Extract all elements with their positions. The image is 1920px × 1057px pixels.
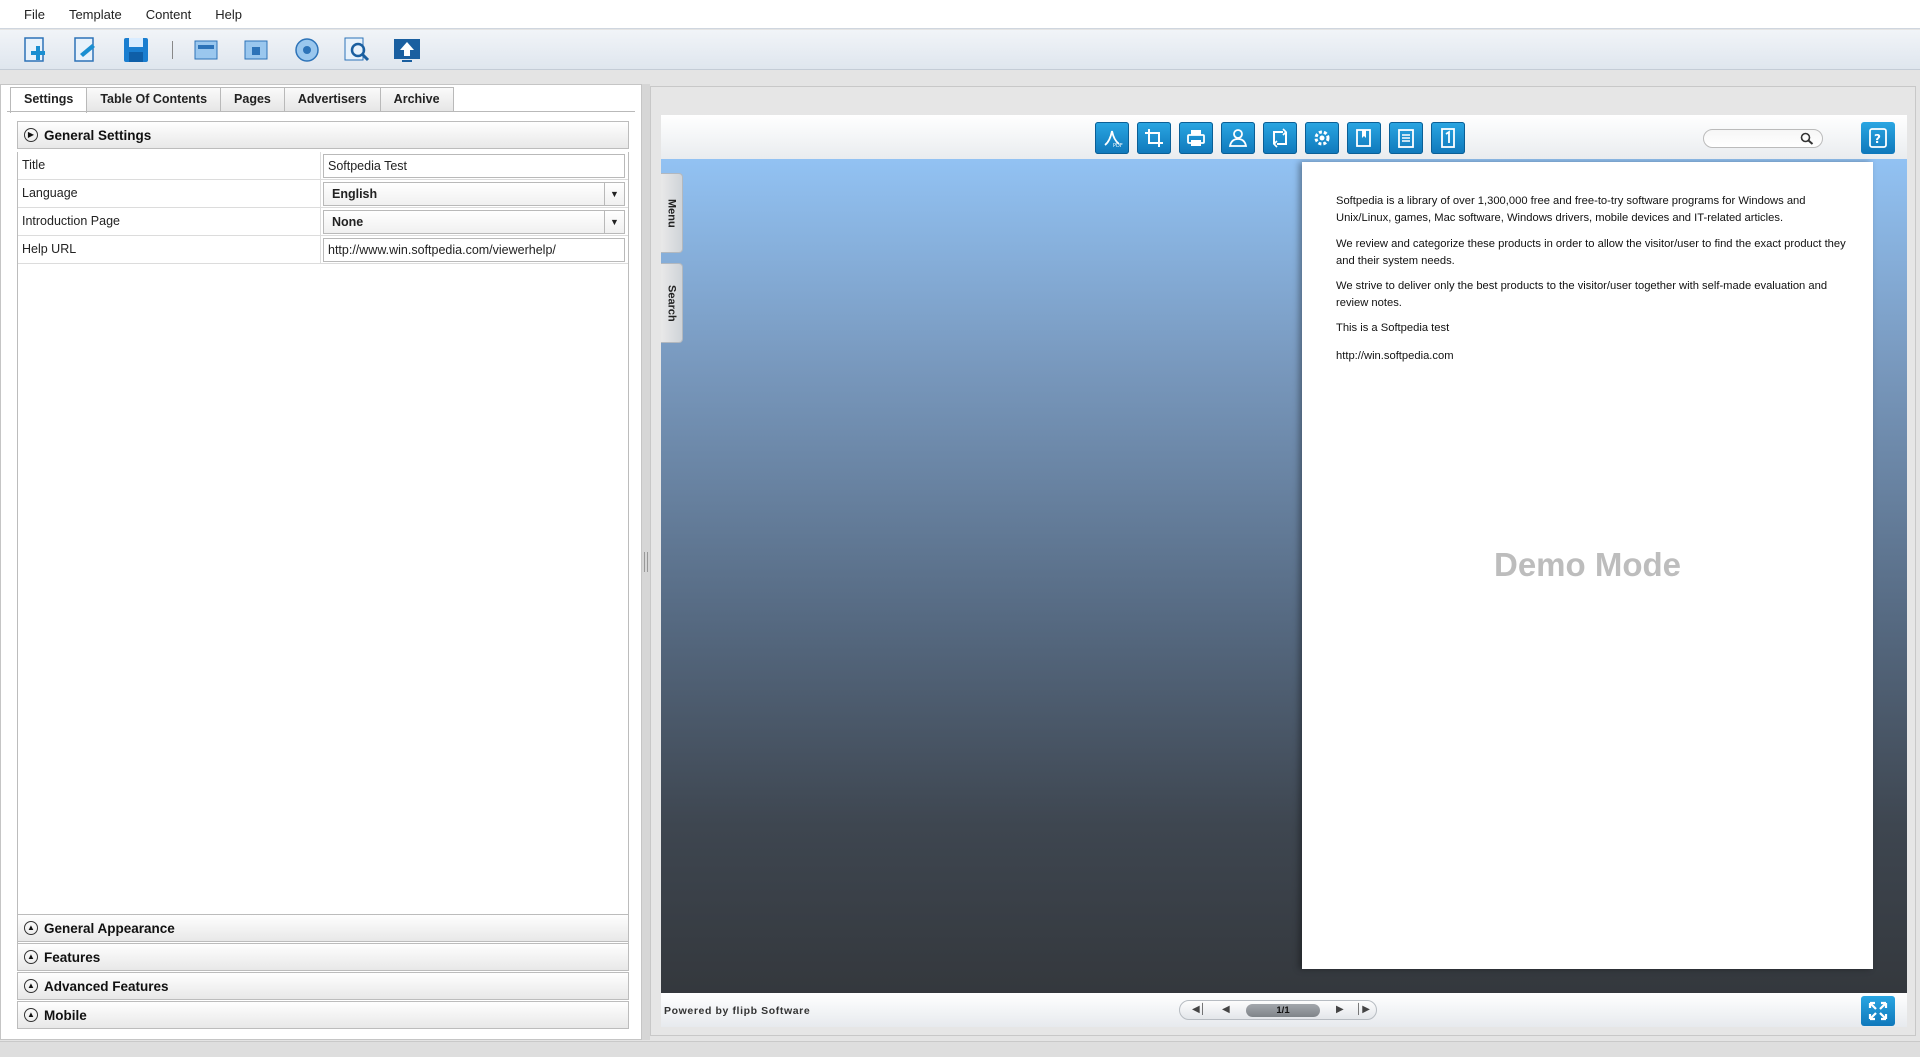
publish-icon[interactable] — [291, 34, 323, 66]
toolbar-separator — [172, 40, 173, 59]
viewer-stage: Menu Search Softpedia is a library of ov… — [661, 159, 1907, 993]
svg-text:?: ? — [1874, 132, 1881, 146]
single-page-icon[interactable] — [1431, 122, 1465, 154]
bookmark-icon[interactable] — [1347, 122, 1381, 154]
previous-page-icon[interactable]: ◀ — [1222, 1004, 1230, 1015]
tab-settings[interactable]: Settings — [10, 87, 88, 113]
viewer-search-input[interactable] — [1703, 129, 1823, 148]
pdf-icon[interactable]: PDF — [1095, 122, 1129, 154]
property-label: Title — [22, 158, 46, 172]
tab-pages[interactable]: Pages — [220, 87, 285, 111]
preview-panel: PDF ? Menu Search Softpedia is a library… — [650, 86, 1916, 1036]
page-navigator: ◀│ ◀ 1/1 ▶ │▶ — [1179, 1000, 1377, 1020]
book-page: Softpedia is a library of over 1,300,000… — [1302, 162, 1873, 969]
page-paragraph: We strive to deliver only the best produ… — [1336, 280, 1828, 309]
fullscreen-icon[interactable] — [1861, 996, 1895, 1026]
new-project-icon[interactable] — [20, 34, 52, 66]
crop-icon[interactable] — [1137, 122, 1171, 154]
collapse-arrow-icon: ▲ — [24, 979, 38, 993]
side-tab-search[interactable]: Search — [661, 263, 683, 343]
menu-bar: File Template Content Help — [0, 0, 1920, 29]
splitter-grip[interactable] — [644, 552, 648, 572]
side-tab-menu[interactable]: Menu — [661, 173, 683, 253]
upload-icon[interactable] — [391, 34, 423, 66]
help-url-input[interactable]: http://www.win.softpedia.com/viewerhelp/ — [323, 238, 625, 262]
property-row-language: Language English ▼ — [18, 180, 628, 208]
menu-content[interactable]: Content — [134, 0, 204, 29]
panel-splitter[interactable] — [642, 84, 650, 1040]
features-header[interactable]: ▲ Features — [17, 943, 629, 971]
page-link: http://win.softpedia.com — [1336, 350, 1454, 362]
viewer-toolbar: PDF ? — [661, 115, 1907, 159]
menu-file[interactable]: File — [12, 0, 57, 29]
tab-table-of-contents[interactable]: Table Of Contents — [86, 87, 222, 111]
menu-template[interactable]: Template — [57, 0, 134, 29]
page-paragraph: This is a Softpedia test — [1336, 322, 1450, 334]
tab-archive[interactable]: Archive — [379, 87, 454, 111]
help-icon[interactable]: ? — [1861, 122, 1895, 154]
settings-panel: Settings Table Of Contents Pages Adverti… — [0, 84, 642, 1040]
first-page-icon[interactable]: ◀│ — [1192, 1004, 1206, 1015]
title-input[interactable]: Softpedia Test — [323, 154, 625, 178]
property-grid: Title Softpedia Test Language English ▼ … — [17, 152, 629, 952]
import-file-icon[interactable] — [241, 34, 273, 66]
section-title: General Settings — [44, 127, 152, 143]
settings-icon[interactable] — [1305, 122, 1339, 154]
next-page-icon[interactable]: ▶ — [1336, 1004, 1344, 1015]
search-icon[interactable] — [1800, 132, 1814, 148]
svg-text:PDF: PDF — [1113, 143, 1123, 149]
main-toolbar — [0, 30, 1920, 70]
property-row-introduction-page: Introduction Page None ▼ — [18, 208, 628, 236]
property-label: Introduction Page — [22, 214, 120, 228]
powered-by-label: Powered by flipb Software — [664, 1005, 811, 1017]
preview-icon[interactable] — [341, 34, 373, 66]
viewer-bottom-bar: Powered by flipb Software ◀│ ◀ 1/1 ▶ │▶ — [661, 993, 1907, 1027]
save-icon[interactable] — [120, 34, 152, 66]
property-label: Help URL — [22, 242, 77, 256]
status-bar — [0, 1041, 1920, 1057]
print-icon[interactable] — [1179, 122, 1213, 154]
property-row-title: Title Softpedia Test — [18, 152, 628, 180]
chevron-down-icon[interactable]: ▼ — [604, 211, 624, 233]
menu-help[interactable]: Help — [203, 0, 254, 29]
page-paragraph: Softpedia is a library of over 1,300,000… — [1336, 195, 1806, 224]
demo-mode-watermark: Demo Mode — [1493, 546, 1681, 583]
edit-icon[interactable] — [70, 34, 102, 66]
share-icon[interactable] — [1221, 122, 1255, 154]
general-settings-header[interactable]: ▶ General Settings — [17, 121, 629, 149]
notes-icon[interactable] — [1389, 122, 1423, 154]
collapse-arrow-icon: ▲ — [24, 1008, 38, 1022]
advanced-features-header[interactable]: ▲ Advanced Features — [17, 972, 629, 1000]
expand-arrow-icon: ▶ — [24, 128, 38, 142]
mobile-header[interactable]: ▲ Mobile — [17, 1001, 629, 1029]
collapse-arrow-icon: ▲ — [24, 921, 38, 935]
settings-tab-body: ▶ General Settings Title Softpedia Test … — [7, 111, 635, 1033]
introduction-page-select[interactable]: None ▼ — [323, 210, 625, 234]
property-row-help-url: Help URL http://www.win.softpedia.com/vi… — [18, 236, 628, 264]
flipbook-viewer: PDF ? Menu Search Softpedia is a library… — [661, 115, 1907, 1027]
page-paragraph: We review and categorize these products … — [1336, 238, 1846, 267]
collapse-arrow-icon: ▲ — [24, 950, 38, 964]
general-appearance-header[interactable]: ▲ General Appearance — [17, 914, 629, 942]
chevron-down-icon[interactable]: ▼ — [604, 183, 624, 205]
last-page-icon[interactable]: │▶ — [1356, 1004, 1370, 1015]
import-pages-icon[interactable] — [191, 34, 223, 66]
language-select[interactable]: English ▼ — [323, 182, 625, 206]
tab-strip: Settings Table Of Contents Pages Adverti… — [10, 87, 454, 113]
property-label: Language — [22, 186, 78, 200]
rotate-icon[interactable] — [1263, 122, 1297, 154]
page-indicator[interactable]: 1/1 — [1246, 1004, 1320, 1017]
tab-advertisers[interactable]: Advertisers — [283, 87, 381, 111]
